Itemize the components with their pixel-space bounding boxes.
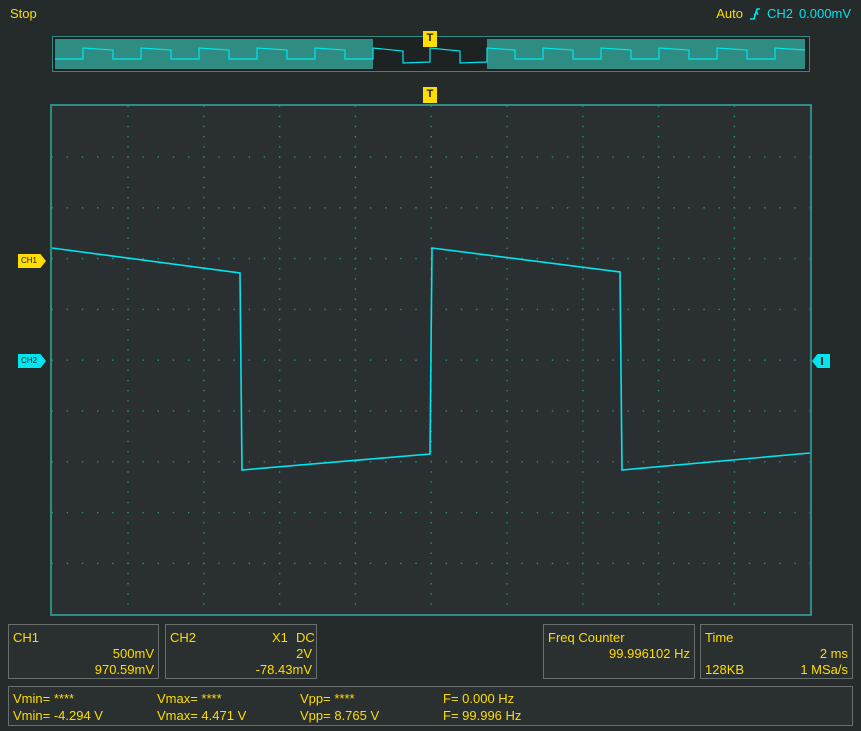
sample-rate: 1 MSa/s [800,662,848,677]
freq-counter-label: Freq Counter [548,630,625,645]
timebase-panel[interactable]: Time 2 ms 128KB 1 MSa/s [700,624,853,679]
ch2-level-marker[interactable]: CH2 [18,354,46,368]
freq-counter-panel[interactable]: Freq Counter 99.996102 Hz [543,624,695,679]
freq-counter-value: 99.996102 Hz [609,646,690,661]
timebase-scale: 2 ms [819,646,848,661]
timebase-label: Time [705,630,734,645]
ch2-label: CH2 [170,630,197,645]
ch2-probe: X1 [272,630,288,645]
rising-edge-icon [749,7,760,20]
ch1-offset: 970.59mV [94,662,154,677]
ch1-scale: 500mV [112,646,154,661]
ch2-offset: -78.43mV [255,662,312,677]
run-state[interactable]: Stop [10,6,37,21]
ch2-panel[interactable]: CH2 X1 DC 2V -78.43mV [165,624,317,679]
ch1-vpp: Vpp= **** [300,691,355,706]
ch1-level-marker[interactable]: CH1 [18,254,46,268]
ch2-waveform [51,247,811,471]
overview-trigger-marker[interactable]: T [423,31,437,47]
measurements-panel[interactable]: Vmin= **** Vmax= **** Vpp= **** F= 0.000… [8,686,853,726]
trigger-source: CH2 [766,6,793,21]
trigger-status[interactable]: Auto CH2 0.000mV [716,6,851,21]
trigger-level: 0.000mV [798,6,851,21]
memory-depth: 128KB [705,662,745,677]
ch2-trigger-level-marker[interactable] [812,354,830,368]
ch2-coupling: DC [296,630,315,645]
ch1-vmax: Vmax= **** [157,691,222,706]
ch1-vmin: Vmin= **** [13,691,75,706]
ch1-freq: F= 0.000 Hz [443,691,515,706]
waveform-display[interactable] [50,104,812,616]
marker-glyph [821,357,823,365]
ch1-label: CH1 [13,630,40,645]
graticule [51,105,811,605]
status-bar: Stop Auto CH2 0.000mV [0,0,861,30]
ch2-vmin: Vmin= -4.294 V [13,708,103,723]
ch2-scale: 2V [296,646,312,661]
ch1-panel[interactable]: CH1 500mV 970.59mV [8,624,159,679]
ch2-vmax: Vmax= 4.471 V [157,708,247,723]
trigger-mode: Auto [716,6,743,21]
ch2-vpp: Vpp= 8.765 V [300,708,380,723]
trigger-position-marker[interactable]: T [423,87,437,103]
ch2-freq: F= 99.996 Hz [443,708,522,723]
